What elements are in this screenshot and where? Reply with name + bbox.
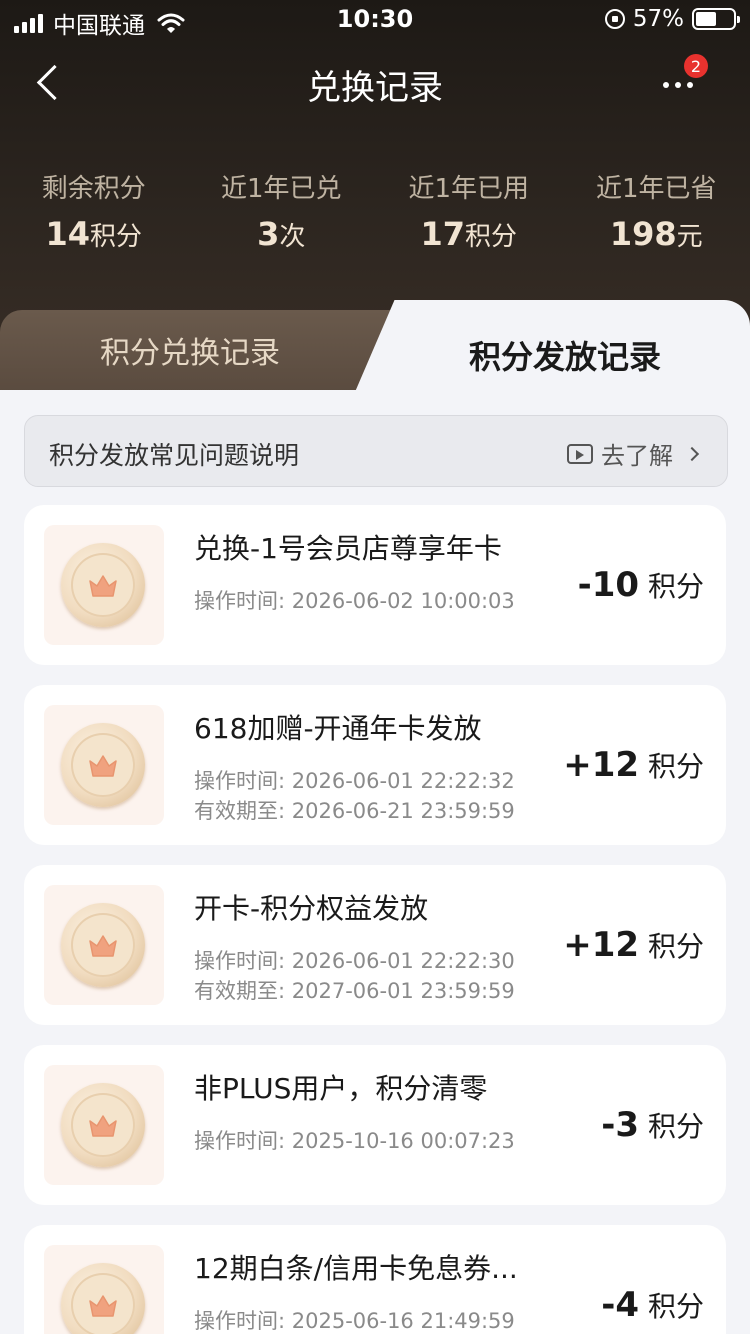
record-op-time: 操作时间: 2026-06-01 22:22:30 xyxy=(194,949,515,973)
record-item[interactable]: 12期白条/信用卡免息券... 操作时间: 2025-06-16 21:49:5… xyxy=(24,1225,726,1334)
faq-link-label: 去了解 xyxy=(601,442,673,470)
stat-label: 近1年已省 xyxy=(595,174,717,204)
faq-banner[interactable]: 积分发放常见问题说明 去了解 xyxy=(24,415,728,487)
coin-thumbnail xyxy=(44,885,164,1005)
status-right: 57% xyxy=(604,6,740,32)
stat-value: 17积分 xyxy=(420,215,518,253)
coin-thumbnail xyxy=(44,525,164,645)
record-amount: -4 积分 xyxy=(601,1285,704,1325)
stat-saved-amount: 近1年已省 198元 xyxy=(563,168,750,253)
faq-link[interactable]: 去了解 xyxy=(567,436,700,471)
coin-icon xyxy=(61,1083,145,1167)
battery-icon xyxy=(692,8,740,30)
record-item[interactable]: 非PLUS用户，积分清零 操作时间: 2025-10-16 00:07:23 -… xyxy=(24,1045,726,1205)
coin-icon xyxy=(61,1263,145,1334)
record-item[interactable]: 兑换-1号会员店尊享年卡 操作时间: 2026-06-02 10:00:03 -… xyxy=(24,505,726,665)
record-item[interactable]: 开卡-积分权益发放 操作时间: 2026-06-01 22:22:30 有效期至… xyxy=(24,865,726,1025)
stats-row: 剩余积分 14积分 近1年已兑 3次 近1年已用 17积分 近1年已省 198元 xyxy=(0,168,750,253)
coin-thumbnail xyxy=(44,705,164,825)
faq-text: 积分发放常见问题说明 xyxy=(49,441,300,470)
record-amount: -3 积分 xyxy=(601,1105,704,1145)
stat-value: 14积分 xyxy=(45,215,143,253)
stat-label: 剩余积分 xyxy=(41,174,146,204)
record-amount: +12 积分 xyxy=(563,925,704,965)
record-title: 兑换-1号会员店尊享年卡 xyxy=(194,532,502,565)
crown-icon xyxy=(89,935,117,957)
stat-remaining-points: 剩余积分 14积分 xyxy=(0,168,188,253)
notification-badge: 2 xyxy=(684,54,708,78)
stat-redeemed-count: 近1年已兑 3次 xyxy=(188,168,376,253)
tab-issue-label[interactable]: 积分发放记录 xyxy=(380,332,750,378)
stat-value: 3次 xyxy=(257,215,306,253)
record-title: 12期白条/信用卡免息券... xyxy=(194,1252,518,1285)
record-op-time: 操作时间: 2025-06-16 21:49:59 xyxy=(194,1309,515,1333)
status-bar: 中国联通 10:30 57% xyxy=(0,0,750,40)
record-title: 开卡-积分权益发放 xyxy=(194,892,429,925)
stat-label: 近1年已用 xyxy=(408,174,530,204)
record-expire-time: 有效期至: 2026-06-21 23:59:59 xyxy=(194,799,515,823)
tab-exchange-label[interactable]: 积分兑换记录 xyxy=(0,328,380,372)
crown-icon xyxy=(89,755,117,777)
battery-percent: 57% xyxy=(632,6,684,32)
stat-value: 198元 xyxy=(609,215,703,253)
coin-thumbnail xyxy=(44,1245,164,1334)
crown-icon xyxy=(89,1115,117,1137)
record-amount: +12 积分 xyxy=(563,745,704,785)
record-title: 非PLUS用户，积分清零 xyxy=(194,1072,488,1105)
record-op-time: 操作时间: 2026-06-01 22:22:32 xyxy=(194,769,515,793)
coin-icon xyxy=(61,903,145,987)
chevron-right-icon xyxy=(684,446,700,461)
record-op-time: 操作时间: 2026-06-02 10:00:03 xyxy=(194,589,515,613)
crown-icon xyxy=(89,1295,117,1317)
record-expire-time: 有效期至: 2027-06-01 23:59:59 xyxy=(194,979,515,1003)
coin-icon xyxy=(61,543,145,627)
stat-label: 近1年已兑 xyxy=(220,174,342,204)
record-op-time: 操作时间: 2025-10-16 00:07:23 xyxy=(194,1129,515,1153)
coin-icon xyxy=(61,723,145,807)
video-icon xyxy=(567,443,593,464)
record-title: 618加赠-开通年卡发放 xyxy=(194,712,482,745)
rotation-lock-icon xyxy=(604,9,625,29)
page-title: 兑换记录 xyxy=(307,68,443,108)
coin-thumbnail xyxy=(44,1065,164,1185)
record-tabs: 积分兑换记录 积分发放记录 xyxy=(0,300,750,392)
crown-icon xyxy=(89,575,117,597)
stat-used-points: 近1年已用 17积分 xyxy=(375,168,563,253)
record-item[interactable]: 618加赠-开通年卡发放 操作时间: 2026-06-01 22:22:32 有… xyxy=(24,685,726,845)
record-amount: -10 积分 xyxy=(577,565,704,605)
